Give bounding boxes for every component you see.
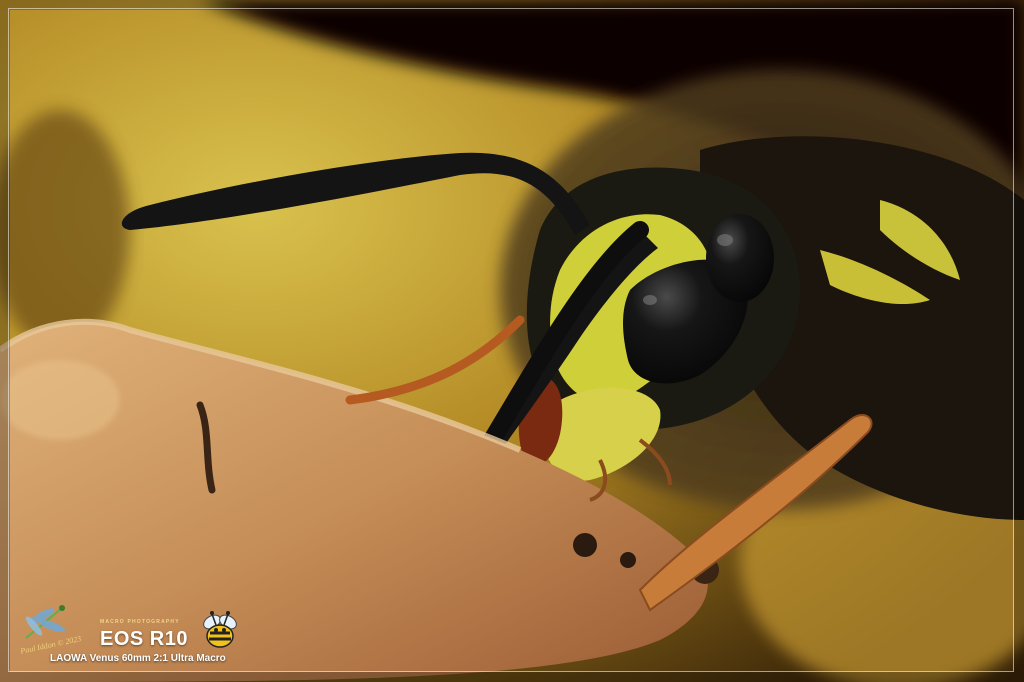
author-signature: Paul Iddon © 2023 [19,636,82,654]
photographer-watermark: MACRO PHOTOGRAPHY EOS R10 LAOWA Venus 60… [14,596,264,672]
wasp-macro-photo [0,0,1024,682]
svg-text:Paul Iddon © 2023: Paul Iddon © 2023 [19,636,82,654]
macro-photography-tagline: MACRO PHOTOGRAPHY [100,619,180,625]
lens-model-label: LAOWA Venus 60mm 2:1 Ultra Macro [50,653,226,664]
bee-logo-icon [203,611,237,648]
photo-frame: MACRO PHOTOGRAPHY EOS R10 LAOWA Venus 60… [0,0,1024,682]
camera-model-label: EOS R10 [100,628,188,650]
